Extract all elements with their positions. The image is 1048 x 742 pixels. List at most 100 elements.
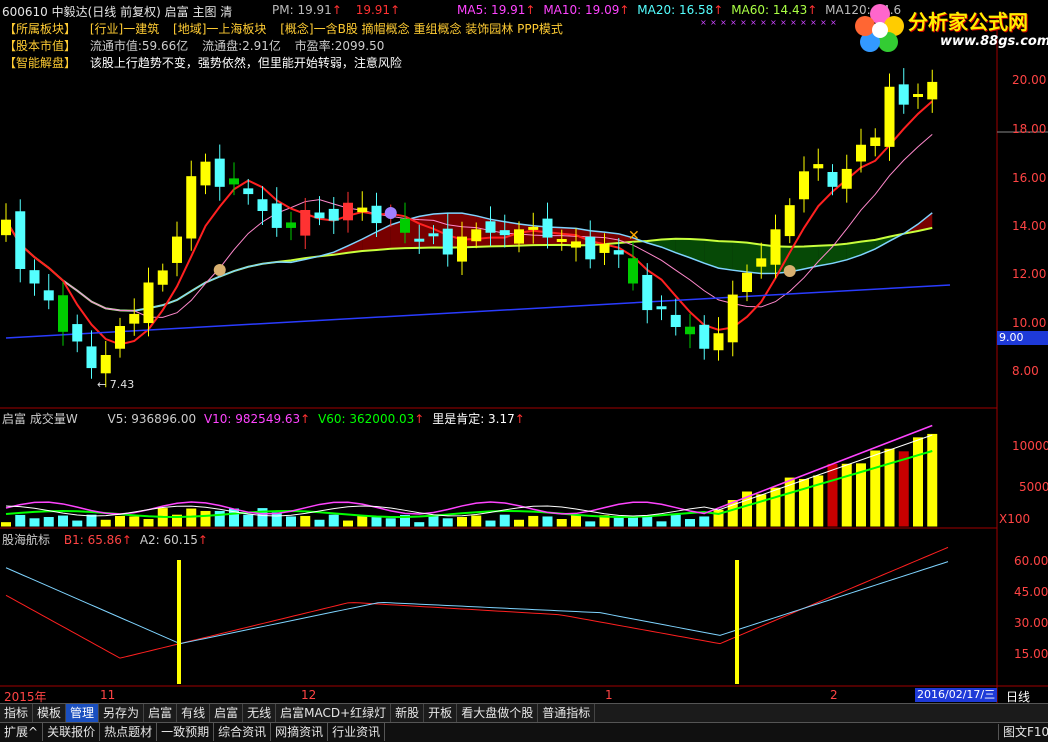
candle <box>429 234 438 236</box>
candle <box>258 200 267 211</box>
info-tab-5[interactable]: 网摘资讯 <box>271 723 328 741</box>
toolbar-btn-7[interactable]: 无线 <box>243 704 276 722</box>
top-x-marker: × <box>740 18 747 27</box>
candle <box>857 145 866 161</box>
volume-bar <box>73 521 82 526</box>
toolbar-btn-9[interactable]: 新股 <box>391 704 424 722</box>
axis-label-10: 10.00 <box>1012 316 1046 330</box>
toolbar-btn-11[interactable]: 看大盘做个股 <box>457 704 538 722</box>
industry-link[interactable]: [行业]一建筑 <box>90 22 159 36</box>
candle <box>73 325 82 341</box>
money-bag-icon <box>214 264 226 276</box>
site-logo: 分析家公式网 www.88gs.com <box>850 0 1048 58</box>
info-tab-3[interactable]: 一致预期 <box>157 723 214 741</box>
toolbar-btn-4[interactable]: 启富 <box>144 704 177 722</box>
toolbar-btn-8[interactable]: 启富MACD+红绿灯 <box>276 704 391 722</box>
top-x-marker: × <box>800 18 807 27</box>
date-dec: 12 <box>301 688 316 702</box>
candle <box>358 208 367 212</box>
flower-logo-icon <box>850 0 910 58</box>
toolbar-btn-10[interactable]: 开板 <box>424 704 457 722</box>
toolbar-btn-6[interactable]: 启富 <box>210 704 243 722</box>
volume-bar <box>344 521 353 526</box>
volume-bar <box>586 522 595 526</box>
sub-indicator-title[interactable]: 股海航标 <box>2 533 50 547</box>
volume-ratio: 里是肯定: 3.17 <box>432 412 515 426</box>
toolbar-btn-5[interactable]: 有线 <box>177 704 210 722</box>
top-x-marker: × <box>790 18 797 27</box>
top-x-marker: × <box>780 18 787 27</box>
candle <box>842 169 851 188</box>
volume-bar <box>572 515 581 526</box>
band-segment <box>733 242 747 272</box>
volume-bar <box>415 523 424 526</box>
band-segment <box>719 241 733 270</box>
candle <box>443 229 452 254</box>
toolbar-btn-2[interactable]: 管理 <box>66 704 99 722</box>
candle <box>87 347 96 368</box>
current-date: 2016/02/17/三 <box>915 688 997 702</box>
logo-url: www.88gs.com <box>940 34 1048 49</box>
axis-label-12: 12.00 <box>1012 267 1046 281</box>
volume-bar <box>144 520 153 526</box>
toolbar-btn-3[interactable]: 另存为 <box>99 704 144 722</box>
volume-bar <box>358 516 367 526</box>
volume-bar <box>101 520 110 526</box>
ma10-value: MA10: 19.09 <box>543 3 619 17</box>
top-x-marker: × <box>810 18 817 27</box>
band-segment <box>690 239 704 263</box>
volume-bar <box>686 520 695 526</box>
volume-bar <box>899 452 908 526</box>
candle <box>543 219 552 237</box>
toolbar-btn-0[interactable]: 指标 <box>0 704 33 722</box>
volume-bar <box>116 516 125 526</box>
toolbar-btn-1[interactable]: 模板 <box>33 704 66 722</box>
concept-link[interactable]: [概念]一含B股 摘帽概念 重组概念 装饰园林 PPP模式 <box>280 22 563 36</box>
candle <box>329 209 338 220</box>
sub-axis-15: 15.00 <box>1014 647 1048 661</box>
candle <box>643 275 652 309</box>
info-tab-1[interactable]: 关联报价 <box>43 723 100 741</box>
volume-bar <box>871 451 880 526</box>
candle <box>301 211 310 236</box>
volume-bar <box>885 449 894 526</box>
low-price-label: ← 7.43 <box>97 378 134 391</box>
chart-canvas[interactable]: ✕×××××××××××××× <box>0 0 1048 703</box>
candle <box>800 172 809 199</box>
top-x-marker: × <box>770 18 777 27</box>
analysis-tag: 【智能解盘】 <box>4 56 76 70</box>
info-tab-0[interactable]: 扩展^ <box>0 723 43 741</box>
volume-bar <box>429 515 438 526</box>
region-link[interactable]: [地域]一上海板块 <box>173 22 266 36</box>
volume-bar <box>301 516 310 526</box>
candle <box>244 189 253 194</box>
signal-bar <box>177 560 181 684</box>
info-tab-2[interactable]: 热点题材 <box>100 723 157 741</box>
candle <box>871 138 880 145</box>
volume-bar <box>2 523 11 526</box>
sub-axis-30: 30.00 <box>1014 616 1048 630</box>
toolbar-btn-12[interactable]: 普通指标 <box>538 704 595 722</box>
volume-bar <box>272 513 281 526</box>
candle <box>472 230 481 241</box>
band-segment <box>747 243 761 274</box>
volume-bar <box>16 515 25 526</box>
volume-title[interactable]: 启富 成交量W <box>2 412 78 426</box>
candle <box>899 85 908 104</box>
b1-value: B1: 65.86 <box>64 533 122 547</box>
b1-line <box>6 547 948 658</box>
candle <box>928 82 937 98</box>
info-tab-6[interactable]: 行业资讯 <box>328 723 385 741</box>
volume-bar <box>543 517 552 526</box>
candle <box>529 227 538 229</box>
ma-values: MA5: 19.91↑ MA10: 19.09↑ MA20: 16.58↑ MA… <box>457 3 901 17</box>
sub-axis-45: 45.00 <box>1014 585 1048 599</box>
main-indicator-name[interactable]: 启富 主图 清 <box>165 5 233 19</box>
info-tab-4[interactable]: 综合资讯 <box>214 723 271 741</box>
candle <box>515 230 524 243</box>
f10-button[interactable]: 图文F10 <box>998 724 1048 740</box>
volume-bar <box>614 518 623 526</box>
volume-bar <box>201 511 210 526</box>
volume-bar <box>329 515 338 526</box>
float-shares: 流通盘:2.91亿 <box>202 39 281 53</box>
